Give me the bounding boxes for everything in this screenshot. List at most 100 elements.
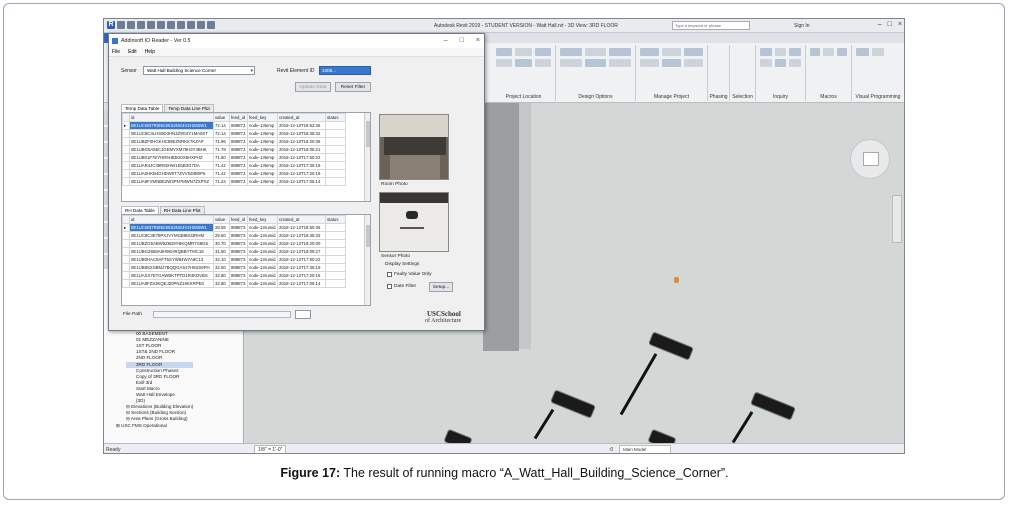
table-cell[interactable]: 29.50 [213, 231, 230, 240]
table-cell[interactable]: 2018-12-13T18:35:32 [277, 129, 326, 138]
row-selector-cell[interactable] [122, 271, 130, 280]
table-cell[interactable]: 888873 [229, 177, 248, 186]
table-cell[interactable]: 888873 [229, 247, 248, 256]
row-selector-cell[interactable] [122, 129, 130, 138]
table-cell[interactable]: 2018-12-13T18:50:36 [277, 223, 326, 232]
scrollbar[interactable] [364, 113, 370, 201]
table-cell[interactable]: 0E1UC8C3LHS9D3HN3Z9G4Y1MA0ST [129, 129, 214, 138]
table-cell[interactable]: node-13temp [247, 169, 278, 178]
rh-data-grid[interactable]: id value feed_id feed_key created_at status ▸ 0… [121, 214, 371, 306]
checkbox-box[interactable] [387, 272, 392, 277]
browser-item[interactable]: ⊞ USC FMS Operational [116, 423, 193, 429]
table-cell[interactable] [325, 153, 346, 162]
measure-icon[interactable] [167, 21, 175, 29]
table-cell[interactable]: node-13temp [247, 153, 278, 162]
table-cell[interactable]: 888873 [229, 255, 248, 264]
table-cell[interactable]: node-13rumid [247, 279, 278, 288]
table-cell[interactable]: 0E1UC8C3E78PXJVYMGB9MJ3RHM [129, 231, 214, 240]
table-row[interactable]: 0E1UBG5A55CJGEMYXM78H3Y4BHK 71.78 888873 no… [122, 145, 346, 154]
table-row[interactable]: ▸ 0E1UCW37R0NE3KS3NG4V2HZ60W1 72.14 888873 n… [122, 121, 346, 130]
sensor-select[interactable]: Watt Hall Building Science Corner ▾ [143, 66, 255, 75]
table-cell[interactable]: 2018-12-13T18:20:30 [277, 239, 326, 248]
revit-logo-icon[interactable]: R [107, 21, 115, 29]
table-cell[interactable]: 2018-12-13T17:05:14 [277, 177, 326, 186]
reset-filter-button[interactable]: Reset Filter [335, 82, 371, 92]
close-icon[interactable]: × [476, 34, 480, 48]
table-cell[interactable]: 0E1UA0HKB4GHDW0T7ZVVSD8WP5 [129, 169, 214, 178]
table-cell[interactable]: 0E1UAXX7ETGAWBKTPTD1R4KDVBS [129, 271, 214, 280]
table-cell[interactable]: 71.78 [213, 145, 230, 154]
table-cell[interactable]: 888873 [229, 271, 248, 280]
row-selector-cell[interactable] [122, 255, 130, 264]
maximize-icon[interactable]: □ [888, 21, 892, 28]
active-model-select[interactable]: Main Model [619, 445, 671, 453]
column-header[interactable]: value [213, 113, 230, 122]
section-icon[interactable] [197, 21, 205, 29]
text-icon[interactable] [177, 21, 185, 29]
table-row[interactable]: 0E1UB8SXSBMJ7BQQGAS47H6SS6PH 32.50 888873 n… [122, 263, 346, 272]
column-header[interactable]: value [213, 215, 230, 224]
table-cell[interactable]: 2018-12-13T17:50:22 [277, 153, 326, 162]
table-cell[interactable]: 2018-12-13T17:05:14 [277, 279, 326, 288]
table-cell[interactable]: 71.60 [213, 153, 230, 162]
row-selector-cell[interactable] [122, 161, 130, 170]
table-cell[interactable]: 0E1UCW37R0NE3KS3NG4V2HZ60W1 [129, 223, 214, 232]
temp-data-grid[interactable]: id value feed_id feed_key created_at status ▸ 0… [121, 112, 371, 202]
table-cell[interactable]: node-13rumid [247, 231, 278, 240]
column-header[interactable]: feed_id [229, 215, 248, 224]
table-cell[interactable]: node-13temp [247, 121, 278, 130]
table-cell[interactable]: node-13rumid [247, 263, 278, 272]
column-header[interactable]: feed_id [229, 113, 248, 122]
minimize-icon[interactable]: – [444, 34, 448, 48]
table-cell[interactable]: 0E1UA8FZS3KQEJ20PNZ19KKRPE0 [129, 279, 214, 288]
table-cell[interactable] [325, 247, 346, 256]
scrollbar[interactable] [364, 215, 370, 305]
table-cell[interactable]: 888873 [229, 153, 248, 162]
row-selector-cell[interactable] [122, 239, 130, 248]
row-selector-cell[interactable] [122, 279, 130, 288]
table-cell[interactable] [325, 169, 346, 178]
row-selector-cell[interactable] [122, 169, 130, 178]
table-cell[interactable]: 32.10 [213, 255, 230, 264]
table-cell[interactable] [325, 279, 346, 288]
row-selector-cell[interactable] [122, 177, 130, 186]
table-row[interactable]: 0E1UBZG5ABW5Z6D9YBKQMRTS8GS 30.70 888873 no… [122, 239, 346, 248]
row-selector-cell[interactable] [122, 137, 130, 146]
table-cell[interactable]: 2018-12-13T17:35:19 [277, 161, 326, 170]
table-cell[interactable]: 888873 [229, 231, 248, 240]
table-cell[interactable] [325, 255, 346, 264]
sensor-marker[interactable] [674, 277, 679, 283]
table-row[interactable]: 0E1UC8C3LHS9D3HN3Z9G4Y1MA0ST 72.14 888873 n… [122, 129, 346, 138]
table-cell[interactable]: node-13rumid [247, 223, 278, 232]
table-cell[interactable] [325, 263, 346, 272]
table-cell[interactable]: node-13rumid [247, 271, 278, 280]
table-cell[interactable]: 2018-12-13T18:05:27 [277, 247, 326, 256]
setup-button[interactable]: Setup... [429, 282, 453, 292]
table-cell[interactable]: 888873 [229, 121, 248, 130]
table-cell[interactable]: 888873 [229, 161, 248, 170]
table-cell[interactable]: 888873 [229, 263, 248, 272]
table-row[interactable]: 0E1UC8C3E78PXJVYMGB9MJ3RHM 29.50 888873 nod… [122, 231, 346, 240]
table-cell[interactable]: 71.24 [213, 177, 230, 186]
column-header[interactable]: id [129, 113, 214, 122]
table-cell[interactable]: 31.60 [213, 247, 230, 256]
menu-file[interactable]: File [112, 48, 120, 56]
table-cell[interactable]: 888873 [229, 129, 248, 138]
viewcube-icon[interactable] [850, 139, 890, 179]
redo-icon[interactable] [147, 21, 155, 29]
table-cell[interactable] [325, 271, 346, 280]
column-header[interactable]: feed_key [247, 215, 278, 224]
table-cell[interactable]: 2018-12-13T17:20:16 [277, 271, 326, 280]
table-row[interactable]: 0E1UA0HKB4GHDW0T7ZVVSD8WP5 71.42 888873 nod… [122, 169, 346, 178]
table-cell[interactable]: node-13rumid [247, 239, 278, 248]
table-cell[interactable]: 888873 [229, 169, 248, 178]
table-cell[interactable]: 71.96 [213, 137, 230, 146]
close-icon[interactable]: × [898, 21, 902, 28]
table-cell[interactable]: 0E1UB01F7EYHR5HB5G0X5HXPHZ [129, 153, 214, 162]
table-cell[interactable]: 0E1UB0HAC9AFT5SYW84W7A8C13 [129, 255, 214, 264]
undo-icon[interactable] [137, 21, 145, 29]
table-row[interactable]: 0E1UBGZ658A8H9KHRQBBYTMC18 31.60 888873 nod… [122, 247, 346, 256]
table-cell[interactable]: 888873 [229, 137, 248, 146]
table-cell[interactable]: node-13rumid [247, 255, 278, 264]
column-header[interactable]: feed_key [247, 113, 278, 122]
